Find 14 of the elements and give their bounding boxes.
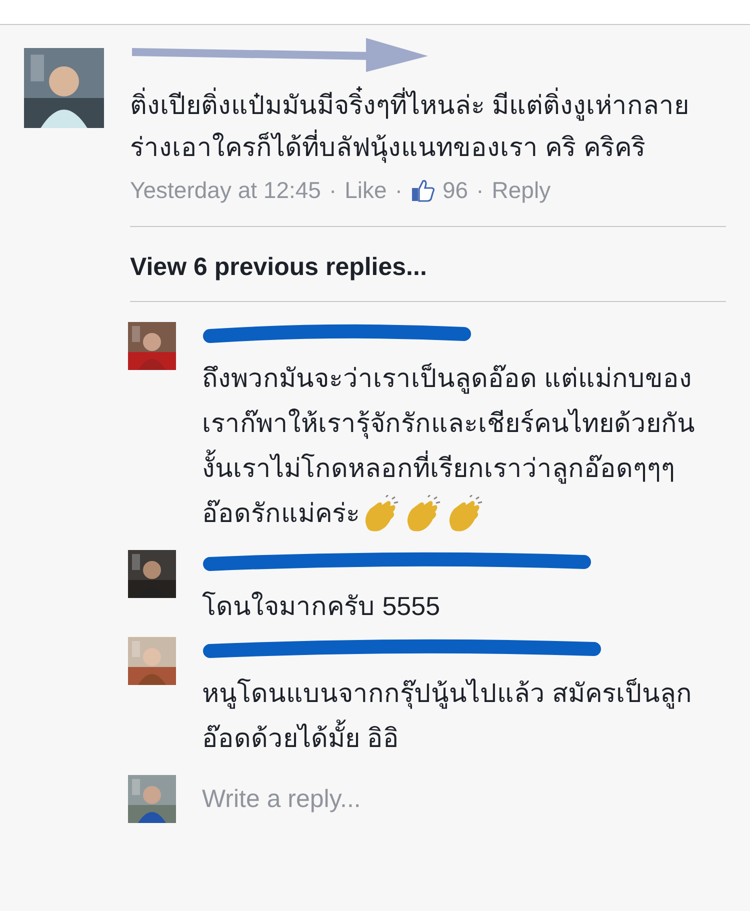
reply-text: ถึงพวกมันจะว่าเราเป็นลูดอ๊อด แต่แม่กบของเราก๊พาให้เรารุ้จักรักและเชียร์คนไทยด้วยกัน งั้นเราไม่โกดหลอกที่เรียกเราว่าลูกอ๊อดๆๆๆ อ๊อดรักแม่คร่ะ [202, 356, 727, 536]
reply-link[interactable]: Reply [492, 176, 551, 204]
like-link[interactable]: Like [344, 176, 387, 204]
reply-input[interactable]: Write a reply... [202, 784, 682, 814]
comment-time: Yesterday at 12:45 [130, 176, 321, 204]
thumbs-up-icon [410, 178, 435, 202]
view-previous-replies-link[interactable]: View 6 previous replies... [130, 249, 427, 285]
reply-text: โดนใจมากครับ 5555 [202, 590, 442, 623]
separator: · [394, 176, 403, 204]
like-count: 96 [442, 176, 468, 204]
separator: · [328, 176, 337, 204]
reply-text: หนูโดนแบนจากกรุ๊ปนู้นไปแล้ว สมัครเป็นลูกอ๊อดด้วยได้มั้ย อิอิ [202, 677, 694, 755]
comment-text: ติ่งเปียติ่งแป๋มมันมีจริ๋งๆที่ไหนล่ะ มีแต่ติ่งงูเห่ากลายร่างเอาใครก็ได้ที่บลัฟนุ้งแนทของเรา คริ คริคริ [130, 84, 690, 168]
separator: · [476, 176, 484, 204]
